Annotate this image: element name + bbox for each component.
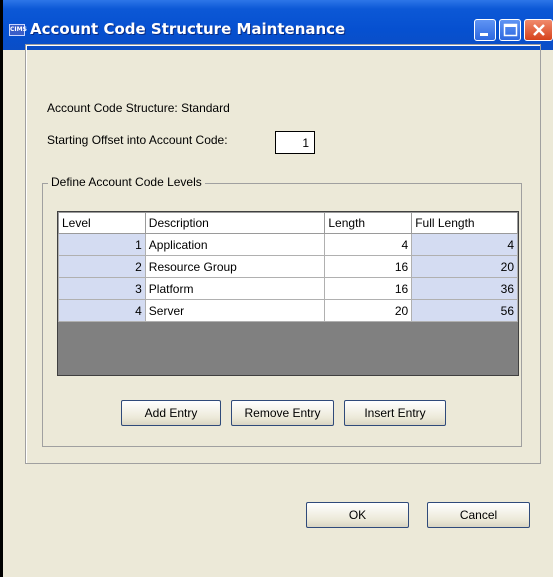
column-header-description[interactable]: Description (144, 212, 326, 234)
dialog-window: CIMS Account Code Structure Maintenance … (0, 0, 553, 577)
level-cell[interactable]: 3 (58, 277, 146, 300)
maximize-icon[interactable] (499, 19, 521, 41)
description-cell[interactable]: Server (144, 299, 326, 322)
column-header-full-length[interactable]: Full Length (411, 212, 518, 234)
close-icon[interactable] (524, 19, 553, 41)
level-cell[interactable]: 2 (58, 255, 146, 278)
level-cell[interactable]: 1 (58, 233, 146, 256)
column-header-level[interactable]: Level (58, 212, 146, 234)
title-bar[interactable]: CIMS Account Code Structure Maintenance (0, 0, 553, 50)
full-length-cell: 36 (411, 277, 518, 300)
description-cell[interactable]: Resource Group (144, 255, 326, 278)
column-header-length[interactable]: Length (324, 212, 413, 234)
length-cell[interactable]: 4 (324, 233, 413, 256)
table-row[interactable]: 4 Server 20 56 (58, 299, 518, 322)
description-cell[interactable]: Platform (144, 277, 326, 300)
table-row[interactable]: 2 Resource Group 16 20 (58, 255, 518, 278)
length-cell[interactable]: 20 (324, 299, 413, 322)
insert-entry-button[interactable]: Insert Entry (344, 400, 446, 426)
length-cell[interactable]: 16 (324, 255, 413, 278)
full-length-cell: 20 (411, 255, 518, 278)
table-header-row: Level Description Length Full Length (58, 212, 518, 234)
ok-button[interactable]: OK (306, 502, 409, 528)
add-entry-button[interactable]: Add Entry (121, 400, 221, 426)
description-cell[interactable]: Application (144, 233, 326, 256)
minimize-icon[interactable] (474, 19, 496, 41)
cancel-button[interactable]: Cancel (427, 502, 530, 528)
table-row[interactable]: 1 Application 4 4 (58, 233, 518, 256)
full-length-cell: 4 (411, 233, 518, 256)
remove-entry-button[interactable]: Remove Entry (231, 400, 334, 426)
levels-table[interactable]: Level Description Length Full Length 1 A… (57, 211, 519, 376)
app-icon: CIMS (9, 24, 27, 36)
window-border (0, 0, 3, 577)
levels-group-legend: Define Account Code Levels (48, 175, 205, 189)
level-cell[interactable]: 4 (58, 299, 146, 322)
structure-label: Account Code Structure: Standard (47, 101, 230, 115)
full-length-cell: 56 (411, 299, 518, 322)
window-title: Account Code Structure Maintenance (30, 20, 346, 38)
length-cell[interactable]: 16 (324, 277, 413, 300)
table-row[interactable]: 3 Platform 16 36 (58, 277, 518, 300)
offset-input[interactable]: 1 (275, 131, 315, 154)
offset-label: Starting Offset into Account Code: (47, 133, 228, 147)
